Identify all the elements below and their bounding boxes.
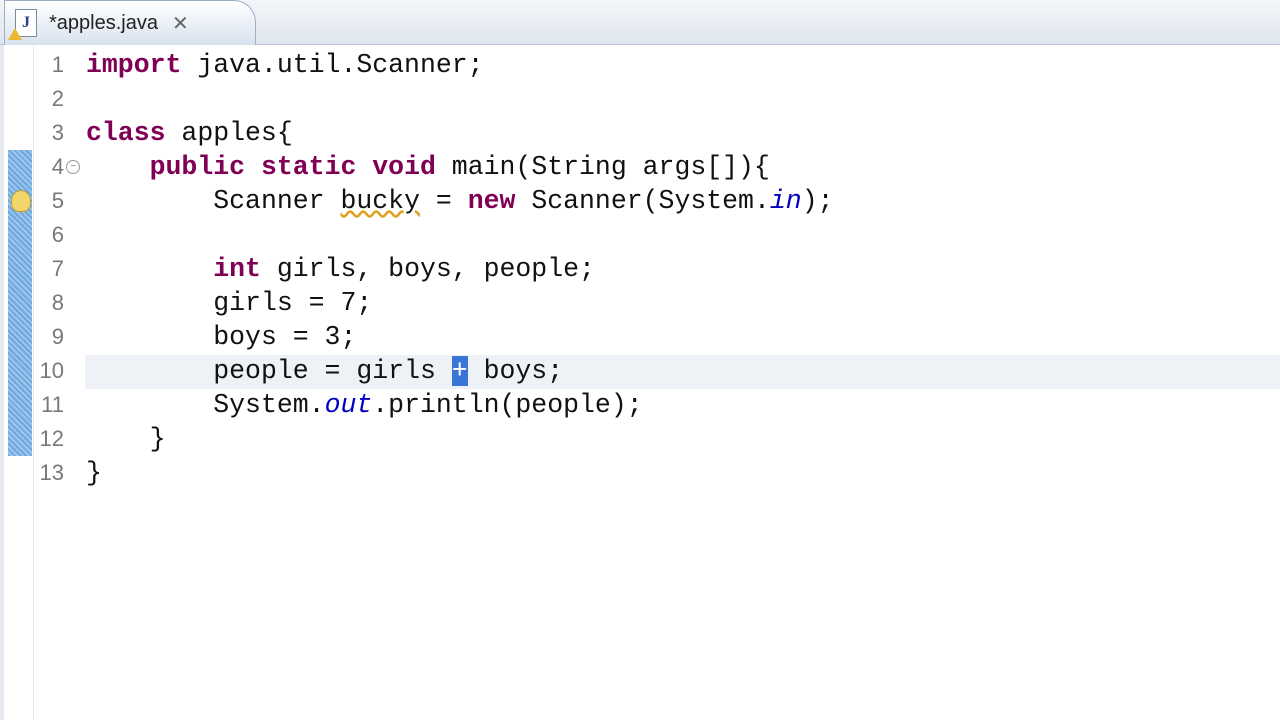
code-token: main(String args[]){ xyxy=(435,152,770,182)
line-number: 5 xyxy=(51,188,64,213)
code-text: girls = 7; xyxy=(86,286,372,320)
line-number: 8 xyxy=(51,290,64,315)
code-token: girls = 7; xyxy=(213,288,373,318)
java-file-icon: J xyxy=(8,9,37,40)
code-token: java.util.Scanner; xyxy=(181,50,484,80)
keyword: class xyxy=(86,118,166,148)
line-number: 4 xyxy=(51,154,64,179)
keyword: void xyxy=(372,152,436,182)
line-number: 13 xyxy=(39,460,64,485)
code-line[interactable]: 3 class apples{ xyxy=(0,116,1280,150)
line-number: 3 xyxy=(51,120,64,145)
code-text: int girls, boys, people; xyxy=(86,252,595,286)
code-line[interactable]: 9 boys = 3; xyxy=(0,320,1280,354)
code-token: } xyxy=(86,458,102,488)
warning-icon xyxy=(8,28,22,40)
code-line[interactable]: 11 System.out.println(people); xyxy=(0,388,1280,422)
code-token: Scanner xyxy=(213,186,341,216)
code-line[interactable]: 7 int girls, boys, people; xyxy=(0,252,1280,286)
code-line[interactable]: 8 girls = 7; xyxy=(0,286,1280,320)
line-number: 9 xyxy=(51,324,64,349)
code-text: } xyxy=(86,422,166,456)
quickfix-warning-icon[interactable] xyxy=(11,190,31,212)
code-line[interactable]: 10 people = girls + boys; xyxy=(0,354,1280,388)
code-token: = xyxy=(419,186,468,216)
code-token: girls, boys, people; xyxy=(260,254,595,284)
close-icon[interactable]: ✕ xyxy=(172,11,189,36)
code-text: Scanner bucky = new Scanner(System.in); xyxy=(86,184,834,218)
code-text: people = girls + boys; xyxy=(86,354,563,388)
keyword: import xyxy=(86,50,182,80)
code-line[interactable]: 12 } xyxy=(0,422,1280,456)
code-token: System. xyxy=(213,390,325,420)
code-line[interactable]: 5 Scanner bucky = new Scanner(System.in)… xyxy=(0,184,1280,218)
code-line[interactable]: 13} xyxy=(0,456,1280,490)
code-line[interactable]: 1 import java.util.Scanner; xyxy=(0,48,1280,82)
code-line[interactable]: 2 xyxy=(0,82,1280,116)
line-number: 11 xyxy=(41,392,64,417)
code-text: public static void main(String args[]){ xyxy=(86,150,770,184)
code-token: boys = 3; xyxy=(213,322,357,352)
code-text: class apples{ xyxy=(86,116,293,150)
fold-collapse-icon[interactable]: − xyxy=(66,160,80,174)
code-text: boys = 3; xyxy=(86,320,356,354)
tab-apples-java[interactable]: J *apples.java ✕ xyxy=(4,0,256,45)
static-field: out xyxy=(324,390,373,420)
code-text: import java.util.Scanner; xyxy=(86,48,484,82)
keyword: public xyxy=(149,152,246,182)
code-token: apples{ xyxy=(165,118,293,148)
line-number: 10 xyxy=(39,358,64,383)
code-token: Scanner(System. xyxy=(515,186,770,216)
warning-underline: bucky xyxy=(340,186,420,216)
code-token: boys; xyxy=(467,356,564,386)
static-field: in xyxy=(769,186,802,216)
tab-label: *apples.java xyxy=(49,11,158,34)
code-token: } xyxy=(149,424,166,454)
line-number: 1 xyxy=(51,52,64,77)
code-text: System.out.println(people); xyxy=(86,388,643,422)
selected-text[interactable]: + xyxy=(451,356,468,386)
code-token: .println(people); xyxy=(372,390,643,420)
code-line[interactable]: −4 public static void main(String args[]… xyxy=(0,150,1280,184)
line-number: 12 xyxy=(39,426,64,451)
code-token: ); xyxy=(801,186,834,216)
line-number: 6 xyxy=(51,222,64,247)
line-number: 7 xyxy=(51,256,64,281)
code-text: } xyxy=(86,456,102,490)
line-number: 2 xyxy=(51,86,64,111)
code-line[interactable]: 6 xyxy=(0,218,1280,252)
editor-tab-bar: J *apples.java ✕ xyxy=(0,0,1280,45)
keyword: new xyxy=(467,186,516,216)
keyword: static xyxy=(260,152,357,182)
keyword: int xyxy=(213,254,261,284)
code-token: people = girls xyxy=(213,356,452,386)
